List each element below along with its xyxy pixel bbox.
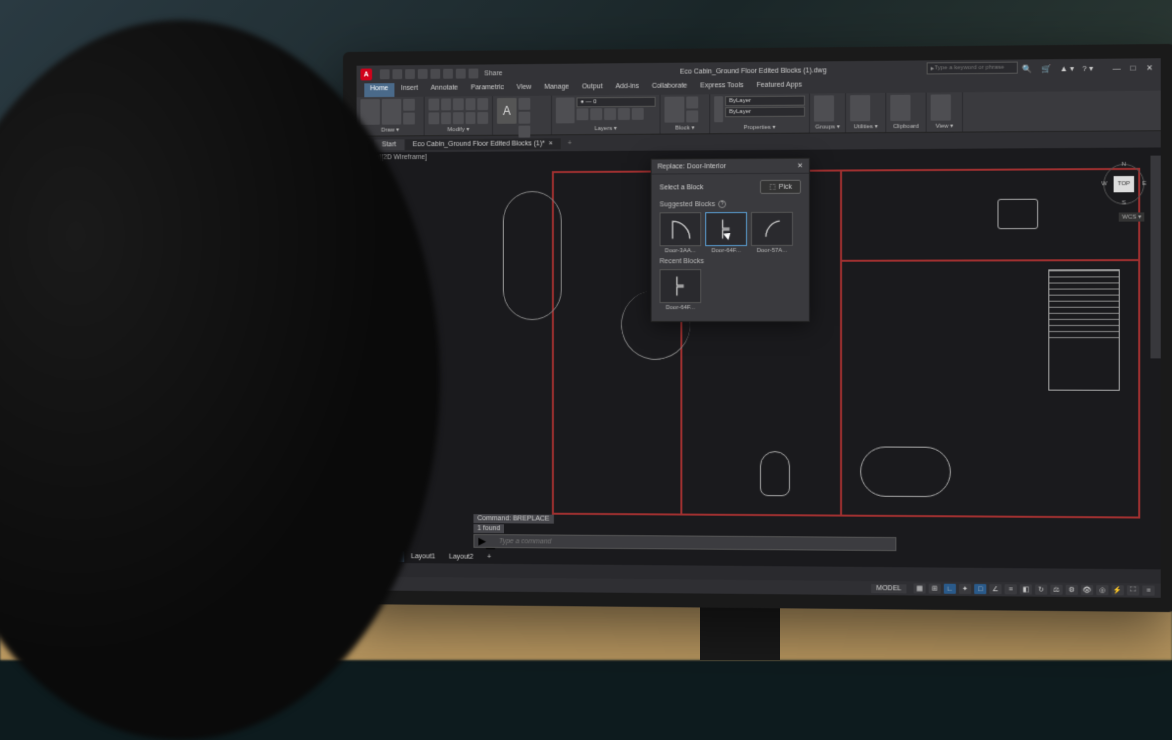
info-icon[interactable]: ? bbox=[718, 200, 726, 208]
tab-addins[interactable]: Add-ins bbox=[610, 81, 645, 95]
suggested-heading: Suggested Blocks bbox=[660, 201, 716, 208]
drawing-area[interactable]: [-][Top][2D Wireframe] bbox=[357, 147, 1161, 569]
suggested-block-3[interactable]: Door-57A... bbox=[751, 212, 793, 254]
tab-manage[interactable]: Manage bbox=[538, 82, 575, 96]
user-icon[interactable]: ▲ ▾ bbox=[1060, 64, 1074, 73]
tab-output[interactable]: Output bbox=[576, 81, 609, 95]
ortho-toggle[interactable]: ∟ bbox=[944, 584, 956, 594]
pick-button[interactable]: ⬚ Pick bbox=[760, 180, 801, 194]
cart-icon[interactable]: 🛒 bbox=[1041, 64, 1051, 73]
tab-insert[interactable]: Insert bbox=[395, 83, 424, 97]
panel-annotation: A Annotation ▾ bbox=[493, 96, 552, 135]
pick-icon: ⬚ bbox=[769, 183, 776, 191]
tab-collaborate[interactable]: Collaborate bbox=[646, 81, 693, 95]
app-window: A Share Eco Cabin_Ground Floor Edited Bl… bbox=[357, 58, 1161, 598]
otrack-toggle[interactable]: ∠ bbox=[989, 584, 1001, 594]
close-button[interactable]: ✕ bbox=[1142, 61, 1156, 73]
panel-block: Block ▾ bbox=[661, 94, 711, 133]
polar-toggle[interactable]: ✦ bbox=[959, 584, 971, 594]
lineweight-toggle[interactable]: ≡ bbox=[1005, 584, 1017, 594]
tab-express[interactable]: Express Tools bbox=[694, 80, 749, 94]
command-input[interactable] bbox=[499, 538, 891, 548]
nav-bar[interactable] bbox=[1150, 156, 1160, 359]
help-search[interactable]: ▸ bbox=[927, 62, 1018, 75]
text-button[interactable]: A bbox=[497, 98, 517, 124]
recent-heading: Recent Blocks bbox=[660, 258, 704, 265]
wcs-label[interactable]: WCS ▾ bbox=[1119, 212, 1144, 221]
grid-toggle[interactable]: ▦ bbox=[914, 583, 926, 593]
line-button[interactable] bbox=[360, 99, 379, 125]
visibility-toggle[interactable]: 👁 bbox=[1081, 585, 1093, 595]
panel-view: View ▾ bbox=[927, 92, 963, 132]
maximize-button[interactable]: □ bbox=[1126, 61, 1140, 73]
close-tab-icon[interactable]: × bbox=[549, 140, 553, 147]
search-icon[interactable]: 🔍 bbox=[1022, 64, 1032, 73]
command-prompt-icon: ▸_ bbox=[478, 531, 495, 551]
help-icon[interactable]: ? ▾ bbox=[1082, 63, 1093, 72]
quick-access-toolbar[interactable] bbox=[380, 69, 478, 80]
color-combo[interactable]: ByLayer bbox=[725, 96, 805, 107]
select-block-label: Select a Block bbox=[660, 184, 704, 191]
layout-2[interactable]: Layout2 bbox=[442, 551, 480, 562]
layout-1[interactable]: Layout1 bbox=[404, 551, 442, 562]
tab-parametric[interactable]: Parametric bbox=[465, 82, 510, 96]
recent-block-1[interactable]: Door-64F... bbox=[660, 269, 702, 311]
panel-utilities: Utilities ▾ bbox=[846, 93, 886, 132]
panel-groups: Groups ▾ bbox=[810, 93, 846, 132]
tab-view[interactable]: View bbox=[511, 82, 538, 96]
minimize-button[interactable]: — bbox=[1110, 62, 1124, 74]
panel-title: Replace: Door-Interior bbox=[658, 163, 726, 170]
snap-toggle[interactable]: ⊞ bbox=[929, 584, 941, 594]
isolate-toggle[interactable]: ◎ bbox=[1096, 585, 1108, 595]
command-line-area: Command: BREPLACE 1 found ▸_ bbox=[473, 514, 896, 551]
workspace-button[interactable]: ⚙ bbox=[1066, 585, 1078, 595]
ribbon: Draw ▾ Modify ▾ A Annotation ▾ ● — 0 Lay… bbox=[357, 91, 1161, 137]
layout-add[interactable]: + bbox=[480, 551, 498, 562]
command-line[interactable]: ▸_ bbox=[473, 534, 896, 551]
command-history-line: Command: BREPLACE bbox=[473, 514, 553, 523]
polyline-button[interactable] bbox=[382, 99, 401, 125]
hardware-accel[interactable]: ⚡ bbox=[1112, 585, 1124, 595]
tab-annotate[interactable]: Annotate bbox=[425, 83, 464, 97]
window-title: Eco Cabin_Ground Floor Edited Blocks (1)… bbox=[680, 67, 827, 75]
panel-properties: ByLayerByLayer Properties ▾ bbox=[710, 94, 810, 134]
replace-block-panel: Replace: Door-Interior ✕ Select a Block … bbox=[651, 158, 810, 322]
transparency-toggle[interactable]: ◧ bbox=[1020, 584, 1032, 594]
tab-current-file[interactable]: Eco Cabin_Ground Floor Edited Blocks (1)… bbox=[405, 138, 561, 150]
cursor-icon bbox=[720, 231, 730, 241]
clean-screen[interactable]: ⛶ bbox=[1127, 585, 1139, 595]
monitor: A Share Eco Cabin_Ground Floor Edited Bl… bbox=[343, 44, 1172, 612]
suggested-block-1[interactable]: Door-3AA... bbox=[660, 212, 702, 254]
share-button[interactable]: Share bbox=[484, 70, 502, 77]
panel-layers: ● — 0 Layers ▾ bbox=[552, 95, 661, 135]
search-input[interactable] bbox=[934, 65, 1014, 72]
tab-home[interactable]: Home bbox=[364, 83, 394, 97]
annotation-scale[interactable]: ⚖ bbox=[1050, 585, 1062, 595]
panel-close-button[interactable]: ✕ bbox=[797, 162, 803, 170]
customize-status[interactable]: ≡ bbox=[1142, 585, 1154, 595]
linetype-combo[interactable]: ByLayer bbox=[725, 107, 805, 118]
app-icon[interactable]: A bbox=[360, 69, 372, 81]
status-bar: MODEL ▦ ⊞ ∟ ✦ □ ∠ ≡ ◧ ↻ ⚖ ⚙ 👁 ◎ ⚡ ⛶ ≡ bbox=[357, 577, 1161, 598]
osnap-toggle[interactable]: □ bbox=[974, 584, 986, 594]
new-tab-button[interactable]: + bbox=[562, 138, 578, 149]
suggested-block-2[interactable]: Door-64F... bbox=[705, 212, 747, 254]
panel-modify: Modify ▾ bbox=[425, 96, 493, 135]
viewcube-top[interactable]: TOP bbox=[1114, 176, 1134, 192]
cycling-toggle[interactable]: ↻ bbox=[1035, 585, 1047, 595]
tab-featured[interactable]: Featured Apps bbox=[750, 80, 807, 94]
status-model[interactable]: MODEL bbox=[871, 584, 906, 593]
viewcube[interactable]: TOP N S E W bbox=[1101, 162, 1146, 207]
panel-clipboard: Clipboard bbox=[886, 93, 926, 133]
layer-combo[interactable]: ● — 0 bbox=[577, 97, 656, 108]
